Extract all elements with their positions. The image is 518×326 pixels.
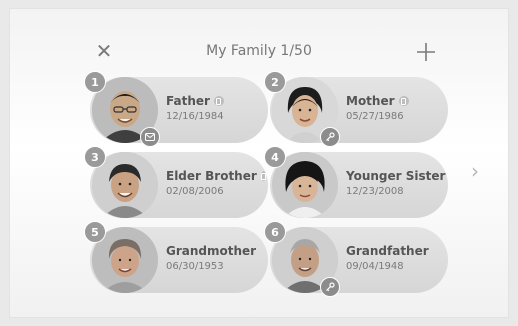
member-number-badge: 5: [84, 221, 106, 243]
member-card-4[interactable]: 4 Younger Sister 12/23/2008: [264, 146, 448, 218]
member-name: Father: [166, 94, 210, 108]
member-birthdate: 05/27/1986: [346, 111, 404, 122]
member-birthdate: 12/16/1984: [166, 111, 224, 122]
member-name: Younger Sister: [346, 169, 446, 183]
member-number-badge: 2: [264, 71, 286, 93]
member-card-2[interactable]: 2 Mother 05/27/1986: [264, 71, 448, 147]
member-number-badge: 3: [84, 146, 106, 168]
chevron-right-icon: ›: [471, 159, 479, 183]
member-name: Grandmother: [166, 244, 257, 258]
member-birthdate: 12/23/2008: [346, 186, 404, 197]
key-icon: [320, 277, 340, 297]
member-birthdate: 06/30/1953: [166, 261, 224, 272]
message-icon: [140, 127, 160, 147]
member-name: Grandfather: [346, 244, 429, 258]
member-card-6[interactable]: 6 Grandfather 09/04/1948: [264, 221, 448, 297]
phone-icon: [398, 96, 409, 106]
member-name: Elder Brother: [166, 169, 257, 183]
member-number-badge: 6: [264, 221, 286, 243]
member-card-5[interactable]: 5 Grandmother 06/30/1953: [84, 221, 268, 293]
member-name: Mother: [346, 94, 395, 108]
phone-icon: [213, 96, 224, 106]
key-icon: [320, 127, 340, 147]
member-card-1[interactable]: 1 Father 12/16/1984: [84, 71, 268, 147]
member-number-badge: 1: [84, 71, 106, 93]
member-birthdate: 02/08/2006: [166, 186, 224, 197]
header: ✕ My Family 1/50: [10, 9, 508, 63]
member-birthdate: 09/04/1948: [346, 261, 404, 272]
phone-icon: [260, 171, 266, 181]
member-number-badge: 4: [264, 146, 286, 168]
add-member-button[interactable]: [414, 40, 438, 64]
plus-icon: [417, 43, 435, 61]
member-card-3[interactable]: 3 Elder Brother 02/08/2006: [84, 146, 268, 218]
next-page-button[interactable]: ›: [468, 159, 482, 183]
family-panel: ✕ My Family 1/50 1 Father 12/16/1984 2 M…: [10, 9, 508, 317]
